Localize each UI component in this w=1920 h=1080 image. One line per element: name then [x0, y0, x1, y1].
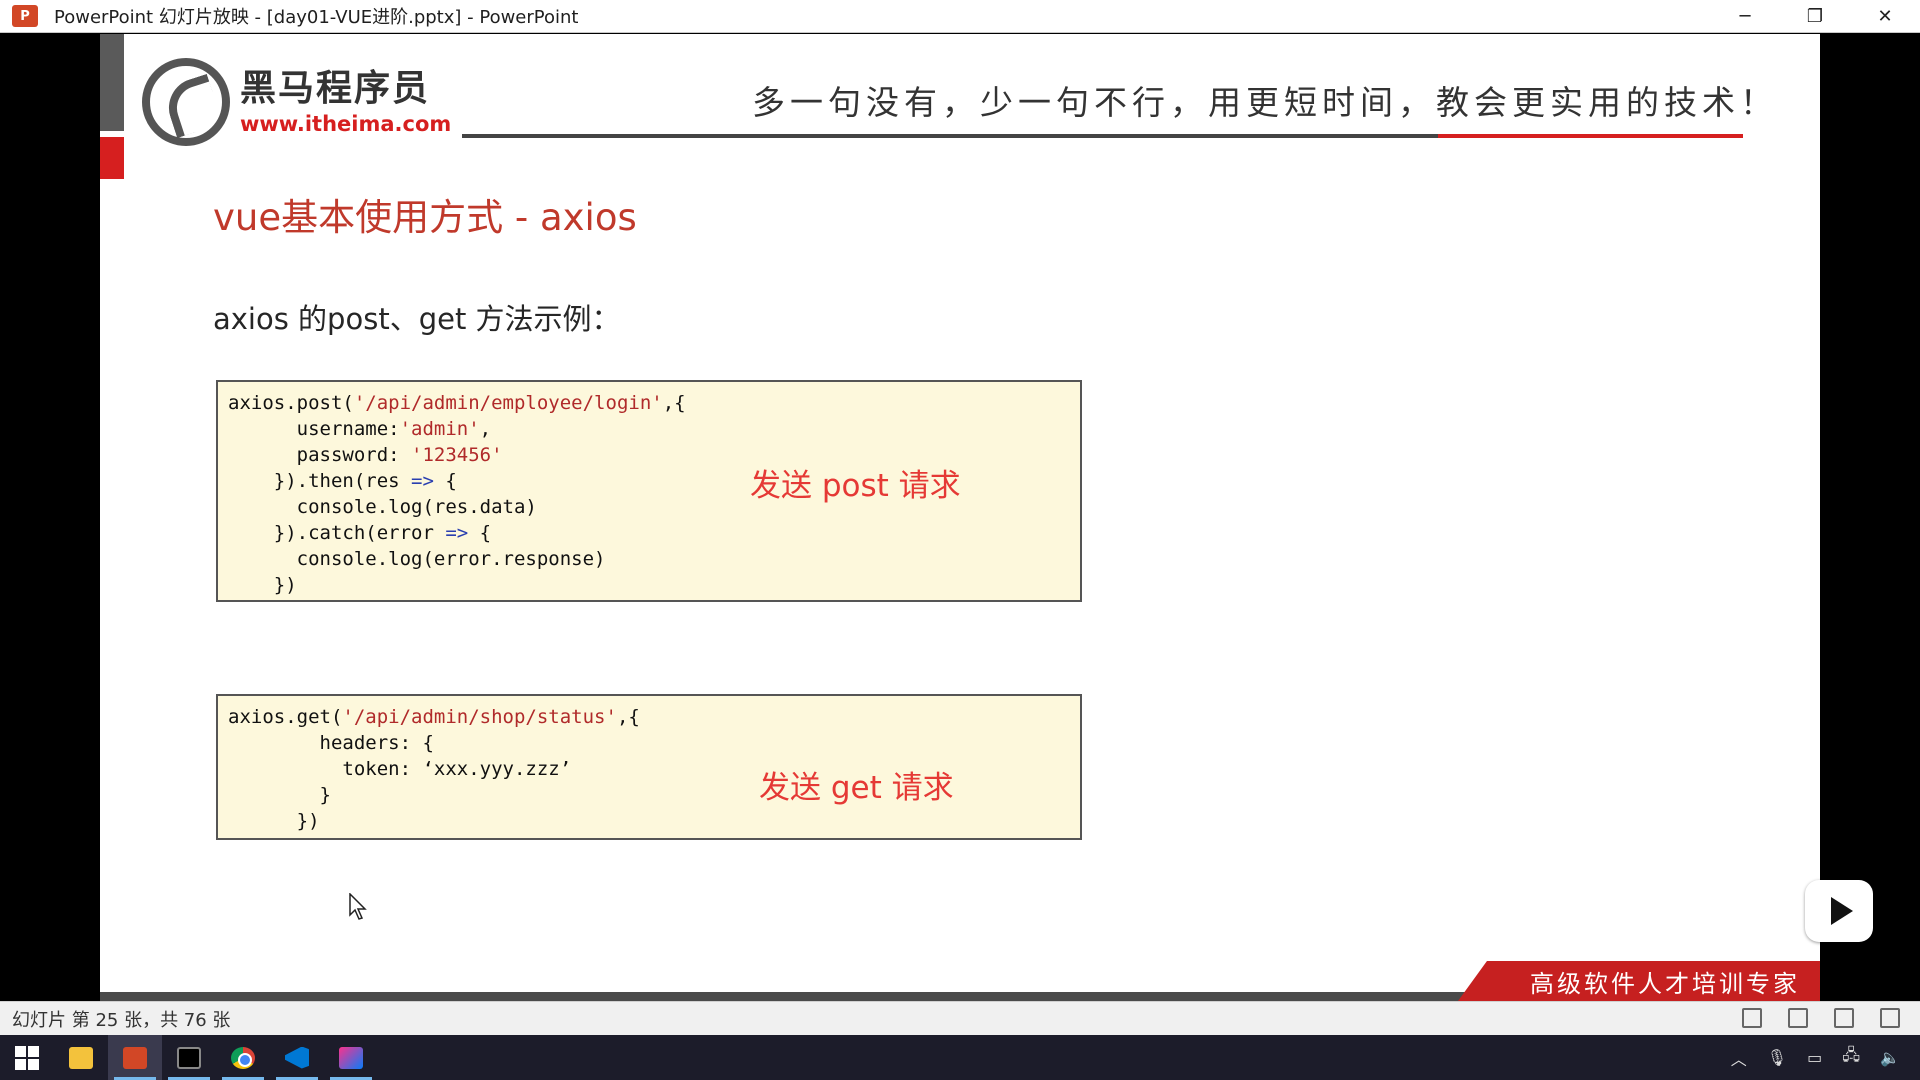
code-text: token: ‘xxx.yyy.zzz’: [228, 758, 572, 780]
code-text: console.log(error.response): [228, 548, 606, 570]
code-line: axios.post('/api/admin/employee/login',{: [228, 390, 1070, 416]
taskbar-chrome[interactable]: [216, 1035, 270, 1080]
volume-icon[interactable]: 🔈: [1880, 1048, 1900, 1067]
slide-title: vue基本使用方式 - axios: [213, 196, 637, 239]
tray-chevron-icon[interactable]: ︿: [1731, 1046, 1747, 1070]
code-text: axios.post(: [228, 392, 354, 414]
video-play-button[interactable]: [1805, 880, 1873, 942]
code-text: }): [228, 810, 320, 832]
code-line: }): [228, 808, 1070, 834]
code-line: console.log(error.response): [228, 546, 1070, 572]
taskbar-vscode[interactable]: [270, 1035, 324, 1080]
mouse-cursor-icon: [349, 893, 367, 920]
brand-logo: 黑马程序员 www.itheima.com: [142, 58, 451, 146]
powerpoint-icon: [123, 1046, 147, 1069]
slide-count: 幻灯片 第 25 张，共 76 张: [12, 1009, 231, 1031]
footer-slogan: 高级软件人才培训专家: [1458, 961, 1820, 1001]
code-text: console.log(res.data): [228, 496, 537, 518]
code-line: headers: {: [228, 730, 1070, 756]
taskbar-intellij[interactable]: [324, 1035, 378, 1080]
code-string: 'admin': [399, 418, 480, 440]
get-code-example: axios.get('/api/admin/shop/status',{ hea…: [216, 694, 1082, 840]
post-request-note: 发送 post 请求: [750, 468, 961, 504]
code-string: '123456': [411, 444, 503, 466]
powerpoint-app-icon: P: [12, 5, 38, 27]
microphone-icon[interactable]: 🎙: [1767, 1048, 1787, 1067]
code-text: }): [228, 574, 297, 596]
header-slogan: 多一句没有，少一句不行，用更短时间，教会更实用的技术！: [752, 83, 1778, 122]
title-bar: P PowerPoint 幻灯片放映 - [day01-VUE进阶.pptx] …: [0, 0, 1920, 33]
brand-text: 黑马程序员 www.itheima.com: [240, 67, 451, 137]
brand-url: www.itheima.com: [240, 112, 452, 136]
code-string: '/api/admin/shop/status': [342, 706, 617, 728]
slide-sorter-icon[interactable]: [1788, 1008, 1808, 1028]
system-tray: ︿ 🎙 ▭ 🖧 🔈: [1731, 1035, 1900, 1080]
close-button[interactable]: ✕: [1850, 0, 1920, 33]
get-request-note: 发送 get 请求: [759, 770, 954, 806]
play-icon: [1831, 897, 1853, 925]
code-text: {: [468, 522, 492, 544]
start-icon: [15, 1045, 39, 1070]
minimize-button[interactable]: ─: [1710, 0, 1780, 33]
code-text: axios.get(: [228, 706, 343, 728]
network-icon[interactable]: 🖧: [1842, 1044, 1860, 1071]
code-arrow: =>: [445, 522, 469, 544]
slide[interactable]: 黑马程序员 www.itheima.com 多一句没有，少一句不行，用更短时间，…: [100, 34, 1820, 992]
brand-name: 黑马程序员: [240, 68, 431, 109]
code-arrow: =>: [411, 470, 434, 492]
view-controls: [1742, 1008, 1900, 1028]
slide-subtitle: axios 的post、get 方法示例：: [213, 302, 621, 336]
code-line: axios.get('/api/admin/shop/status',{: [228, 704, 1070, 730]
code-text: {: [433, 470, 457, 492]
code-string: '/api/admin/employee/login': [353, 392, 663, 414]
battery-icon[interactable]: ▭: [1807, 1048, 1822, 1067]
code-line: }).catch(error => {: [228, 520, 1070, 546]
status-bar: 幻灯片 第 25 张，共 76 张: [0, 1001, 1920, 1035]
code-text: }).catch(error: [228, 522, 446, 544]
code-text: headers: {: [228, 732, 434, 754]
taskbar-powerpoint[interactable]: [108, 1035, 162, 1080]
taskbar: ︿ 🎙 ▭ 🖧 🔈: [0, 1035, 1920, 1080]
normal-view-icon[interactable]: [1742, 1008, 1762, 1028]
code-line: }): [228, 572, 1070, 598]
reading-view-icon[interactable]: [1834, 1008, 1854, 1028]
chrome-icon: [231, 1046, 255, 1069]
code-text: }: [228, 784, 331, 806]
file-explorer-icon: [69, 1046, 93, 1069]
code-text: username:: [228, 418, 400, 440]
terminal-icon: [177, 1046, 201, 1069]
code-text: ,{: [616, 706, 640, 728]
window-title: PowerPoint 幻灯片放映 - [day01-VUE进阶.pptx] - …: [54, 7, 579, 28]
code-text: }).then(res: [228, 470, 412, 492]
horse-logo-icon: [142, 58, 230, 146]
code-text: ,{: [662, 392, 686, 414]
taskbar-terminal[interactable]: [162, 1035, 216, 1080]
code-text: password:: [228, 444, 412, 466]
post-code-example: axios.post('/api/admin/employee/login',{…: [216, 380, 1082, 602]
taskbar-file-explorer[interactable]: [54, 1035, 108, 1080]
code-text: ,: [479, 418, 492, 440]
restore-button[interactable]: ❐: [1780, 0, 1850, 33]
header-gray-accent: [100, 34, 124, 131]
start-button[interactable]: [0, 1035, 54, 1080]
window-controls: ─ ❐ ✕: [1710, 0, 1920, 33]
code-line: username:'admin',: [228, 416, 1070, 442]
intellij-icon: [339, 1046, 363, 1069]
header-divider-accent: [1438, 134, 1743, 138]
header-red-accent: [100, 137, 124, 179]
vscode-icon: [285, 1046, 309, 1069]
slideshow-view-icon[interactable]: [1880, 1008, 1900, 1028]
